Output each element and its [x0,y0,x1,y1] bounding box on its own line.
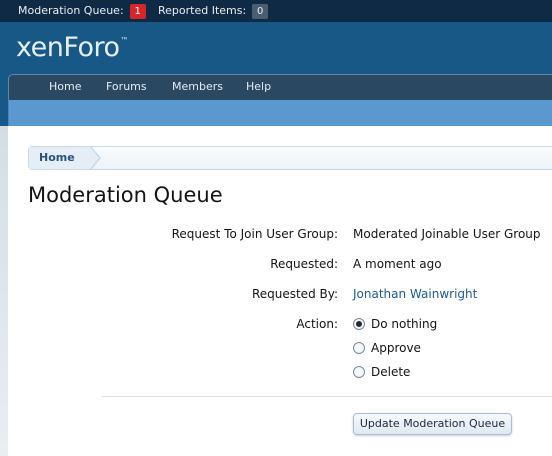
moderation-queue-link[interactable]: Moderation Queue: 1 [18,0,146,22]
action-radio-delete[interactable]: Delete [353,364,410,380]
nav-tab-home[interactable]: Home [49,75,81,99]
radio-unselected-icon[interactable] [353,366,365,378]
logo-text: xenForo [16,32,120,63]
logo-trademark: ™ [120,36,129,45]
breadcrumb-home[interactable]: Home [29,147,91,169]
action-option-label: Delete [371,365,411,379]
action-row: Action: [0,317,552,335]
moderation-queue-label: Moderation Queue: [18,4,124,17]
radio-selected-icon[interactable] [353,318,365,330]
breadcrumb: Home [28,146,552,170]
site-logo[interactable]: xenForo™ [16,32,128,63]
requested-by-row: Requested By: Jonathan Wainwright [0,287,552,305]
moderation-queue-count-badge: 1 [129,3,146,19]
admin-bar: Moderation Queue: 1 Reported Items: 0 [0,0,552,22]
reported-items-label: Reported Items: [158,4,247,17]
radio-unselected-icon[interactable] [353,342,365,354]
reported-items-count-badge: 0 [252,3,269,19]
requested-by-label: Requested By: [251,287,338,301]
request-row: Request To Join User Group: Moderated Jo… [0,227,552,245]
nav-tab-help[interactable]: Help [246,75,271,99]
request-label: Request To Join User Group: [171,227,338,241]
breadcrumb-arrow-inner [90,147,99,169]
requested-row: Requested: A moment ago [0,257,552,275]
form-divider [102,396,552,397]
main-navigation: Home Forums Members Help [8,74,552,100]
requested-value: A moment ago [353,257,442,271]
request-value: Moderated Joinable User Group [353,227,541,241]
action-radio-approve[interactable]: Approve [353,340,421,356]
action-option-label: Do nothing [371,317,438,331]
action-option-label: Approve [371,341,421,355]
action-label: Action: [296,317,338,331]
requested-label: Requested: [270,257,338,271]
page-title: Moderation Queue [28,183,223,207]
nav-tab-forums[interactable]: Forums [106,75,147,99]
site-header: xenForo™ [0,22,552,78]
reported-items-link[interactable]: Reported Items: 0 [158,0,269,22]
sub-navigation-bar [8,100,552,126]
nav-tab-members[interactable]: Members [172,75,223,99]
update-moderation-queue-button[interactable]: Update Moderation Queue [353,413,512,435]
action-radio-do-nothing[interactable]: Do nothing [353,316,437,332]
requested-by-user-link[interactable]: Jonathan Wainwright [353,287,477,301]
